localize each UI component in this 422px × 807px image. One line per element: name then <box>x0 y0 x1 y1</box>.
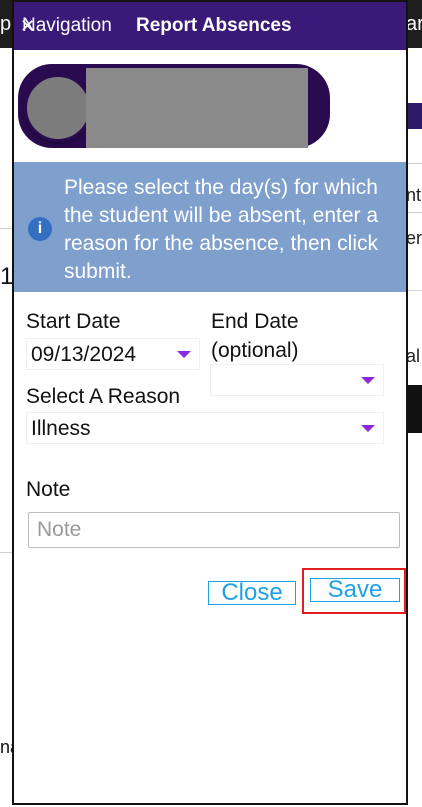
info-banner: i Please select the day(s) for which the… <box>14 162 406 292</box>
chevron-down-icon <box>361 425 375 432</box>
close-button[interactable]: Close <box>208 581 296 605</box>
navigation-link[interactable]: Navigation <box>22 14 112 38</box>
background-top-left-text: p <box>0 13 12 35</box>
student-name-redacted <box>86 68 308 148</box>
background-right-shadow <box>406 385 422 433</box>
info-icon: i <box>28 217 52 241</box>
start-date-value: 09/13/2024 <box>31 343 137 366</box>
note-input[interactable] <box>28 512 400 548</box>
student-card <box>18 64 330 148</box>
info-message: Please select the day(s) for which the s… <box>64 176 379 283</box>
note-label: Note <box>26 478 71 501</box>
save-button-highlight <box>302 568 406 614</box>
background-top-right-text: ar <box>406 13 422 35</box>
reason-select[interactable]: Illness <box>26 412 384 444</box>
background-right-divider <box>406 290 422 291</box>
modal-header: ✕ Navigation Report Absences <box>14 2 406 50</box>
start-date-select[interactable]: 09/13/2024 <box>26 338 200 370</box>
background-right-accent <box>406 103 422 129</box>
start-date-label: Start Date <box>26 310 121 333</box>
page-title: Report Absences <box>136 15 292 36</box>
chevron-down-icon <box>361 377 375 384</box>
end-date-select[interactable] <box>210 364 384 396</box>
avatar <box>24 74 92 142</box>
reason-label: Select A Reason <box>26 385 181 408</box>
end-date-optional-label: (optional) <box>211 339 299 362</box>
reason-value: Illness <box>31 417 91 440</box>
background-right-text: al <box>406 346 421 366</box>
background-right-text: nt <box>406 185 422 205</box>
background-right-text: er <box>406 228 422 248</box>
end-date-label: End Date <box>211 310 299 333</box>
report-absences-modal: ✕ Navigation Report Absences i Please se… <box>12 0 408 805</box>
chevron-down-icon <box>177 351 191 358</box>
background-right-divider <box>406 212 422 213</box>
background-right-divider <box>406 163 422 164</box>
